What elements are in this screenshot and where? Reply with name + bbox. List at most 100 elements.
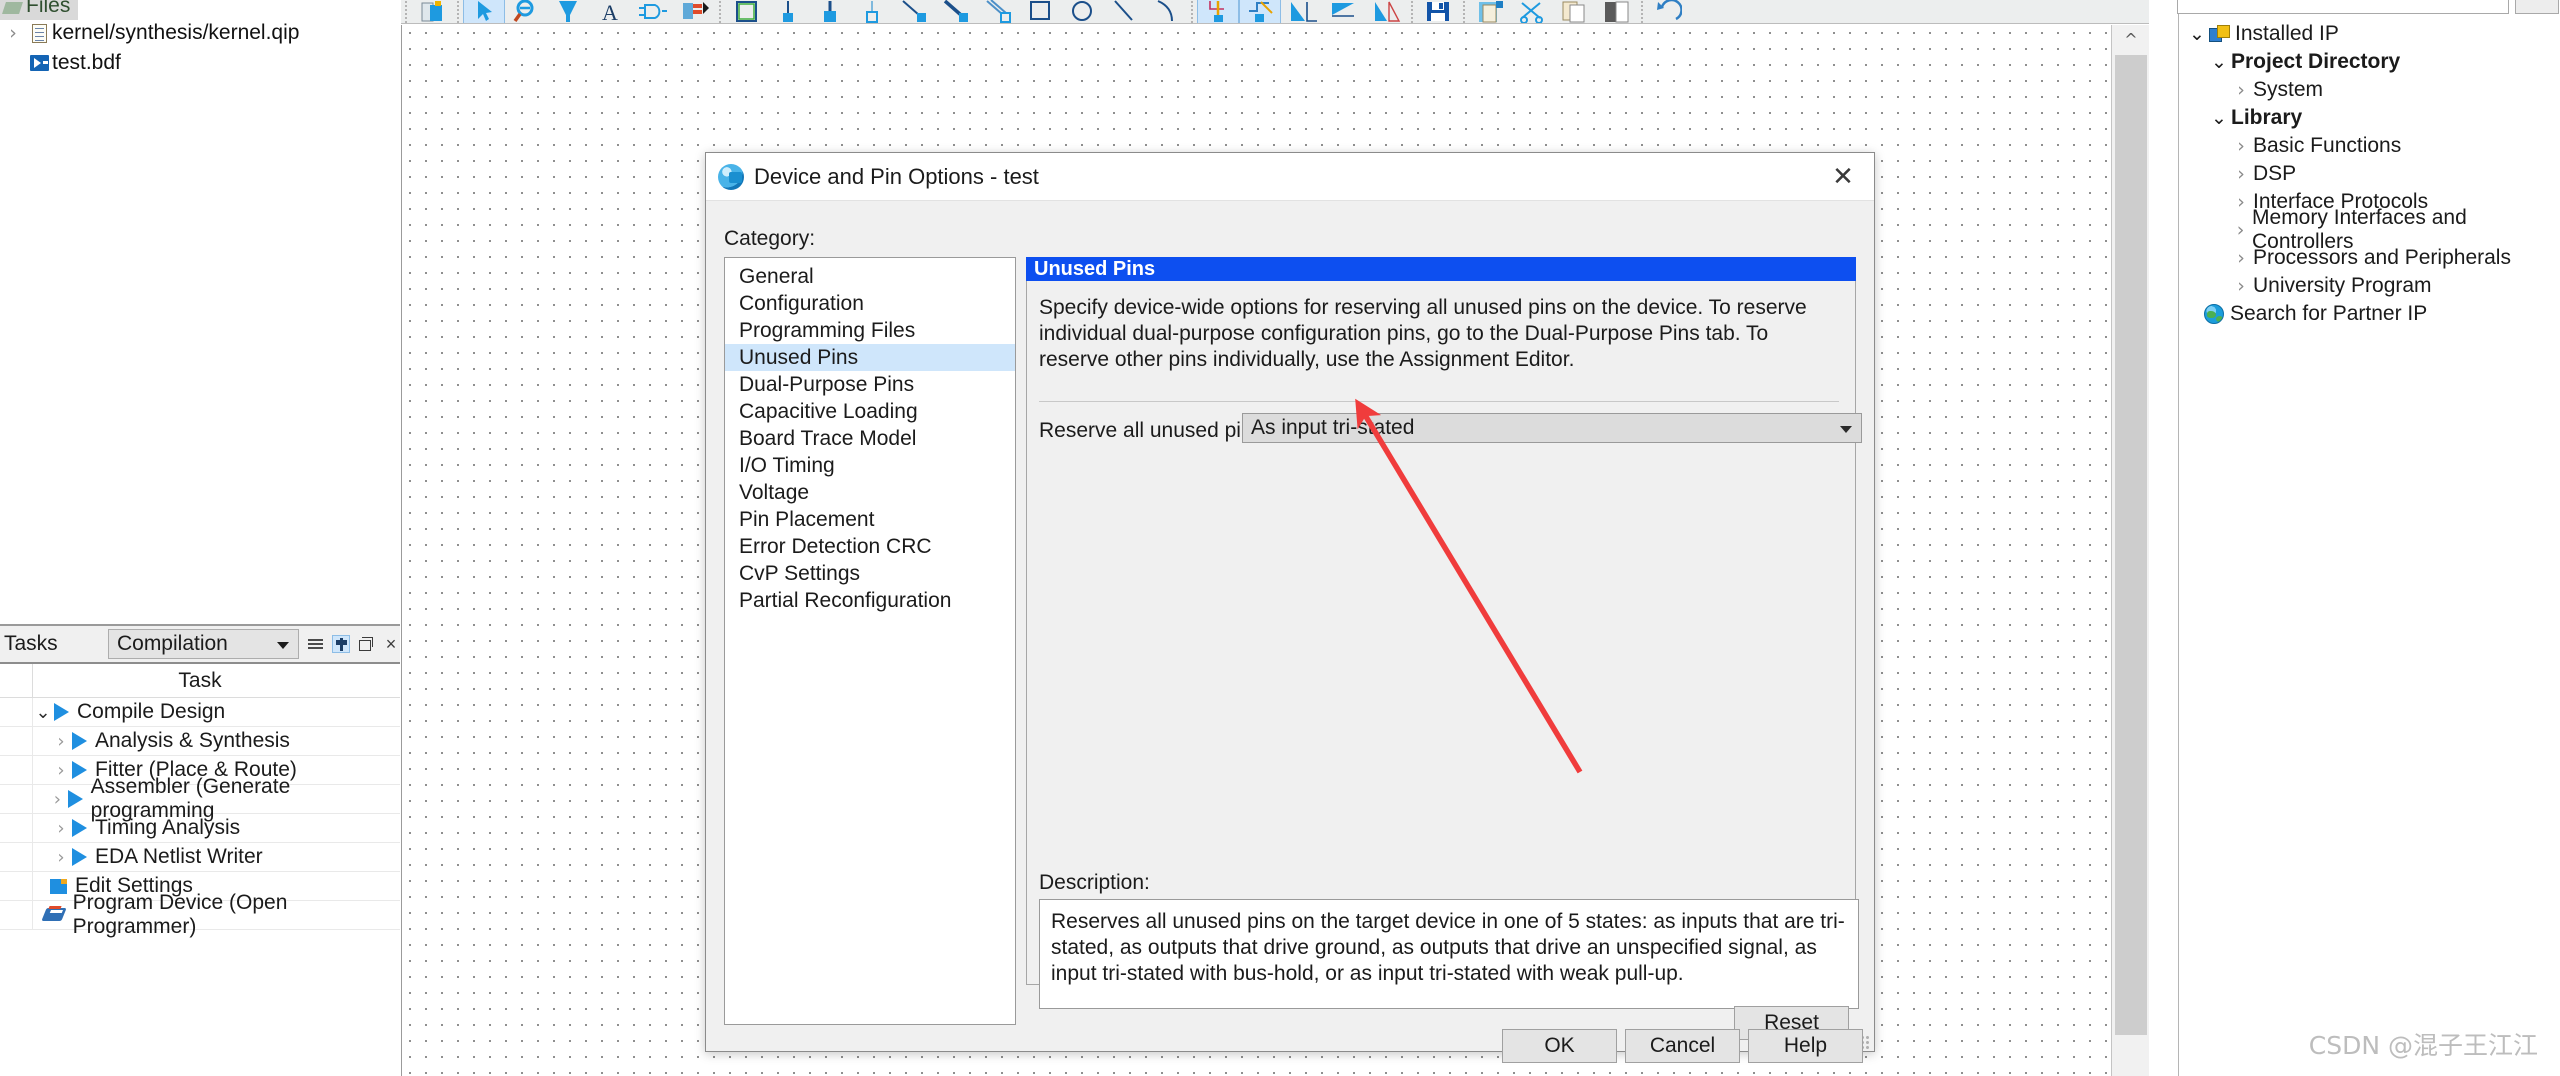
zoom-out-icon[interactable] bbox=[505, 0, 547, 23]
chevron-down-icon[interactable]: ⌄ bbox=[2207, 51, 2231, 73]
chevron-right-icon[interactable]: › bbox=[2229, 219, 2252, 241]
arc-shape-icon[interactable] bbox=[1145, 0, 1187, 23]
chevron-right-icon[interactable]: › bbox=[50, 818, 72, 839]
ip-tree-item-search-partner-ip[interactable]: Search for Partner IP bbox=[2179, 300, 2560, 328]
symbol-tool-icon[interactable] bbox=[631, 0, 673, 23]
new-block-icon[interactable] bbox=[1595, 0, 1637, 23]
close-icon[interactable]: ✕ bbox=[1812, 153, 1874, 201]
line-shape-icon[interactable] bbox=[1103, 0, 1145, 23]
category-item-board-trace-model[interactable]: Board Trace Model bbox=[725, 425, 1015, 452]
category-item-partial-reconfiguration[interactable]: Partial Reconfiguration bbox=[725, 587, 1015, 614]
scroll-up-icon[interactable]: ^ bbox=[2112, 25, 2150, 53]
files-tab[interactable]: Files bbox=[0, 0, 78, 20]
diagonal-node-icon[interactable] bbox=[1281, 0, 1323, 23]
cut-icon[interactable] bbox=[1511, 0, 1553, 23]
file-row[interactable]: test.bdf bbox=[0, 48, 400, 78]
ellipse-shape-icon[interactable] bbox=[1061, 0, 1103, 23]
pin-icon[interactable] bbox=[332, 635, 350, 653]
node-line-icon[interactable] bbox=[893, 0, 935, 23]
pin-input-icon[interactable] bbox=[767, 0, 809, 23]
category-item-capacitive-loading[interactable]: Capacitive Loading bbox=[725, 398, 1015, 425]
menu-icon[interactable] bbox=[307, 635, 325, 653]
settings-square-icon[interactable] bbox=[50, 878, 67, 894]
category-item-error-detection-crc[interactable]: Error Detection CRC bbox=[725, 533, 1015, 560]
ip-tree-item-library[interactable]: ⌄ Library bbox=[2179, 104, 2560, 132]
block-tool-icon[interactable] bbox=[673, 0, 715, 23]
undo-icon[interactable] bbox=[1647, 0, 1689, 23]
canvas-vertical-scrollbar[interactable]: ^ bbox=[2111, 25, 2149, 1076]
ip-tree-item-dsp[interactable]: › DSP bbox=[2179, 160, 2560, 188]
chevron-down-icon[interactable]: ⌄ bbox=[32, 702, 54, 723]
category-item-configuration[interactable]: Configuration bbox=[725, 290, 1015, 317]
pin-bidir-icon[interactable] bbox=[851, 0, 893, 23]
chevron-right-icon[interactable]: › bbox=[2229, 135, 2253, 157]
category-item-programming-files[interactable]: Programming Files bbox=[725, 317, 1015, 344]
file-row[interactable]: › kernel/synthesis/kernel.qip bbox=[0, 18, 400, 48]
rectangle-shape-icon[interactable] bbox=[1019, 0, 1061, 23]
flow-select[interactable]: Compilation bbox=[107, 629, 299, 659]
conduit-line-icon[interactable] bbox=[977, 0, 1019, 23]
ip-search-input[interactable] bbox=[2177, 0, 2509, 14]
play-icon[interactable] bbox=[72, 819, 87, 837]
ip-tree-item-system[interactable]: › System bbox=[2179, 76, 2560, 104]
ok-button[interactable]: OK bbox=[1502, 1029, 1617, 1063]
programmer-icon[interactable] bbox=[44, 906, 65, 924]
chevron-right-icon[interactable]: › bbox=[2229, 79, 2253, 101]
category-item-dual-purpose-pins[interactable]: Dual-Purpose Pins bbox=[725, 371, 1015, 398]
task-row[interactable]: › Timing Analysis bbox=[0, 814, 400, 843]
task-row[interactable]: Program Device (Open Programmer) bbox=[0, 891, 400, 938]
orthogonal-bus-icon[interactable] bbox=[1239, 0, 1281, 23]
task-row[interactable]: ⌄ Compile Design bbox=[0, 698, 400, 727]
ip-tree-item-basic-functions[interactable]: › Basic Functions bbox=[2179, 132, 2560, 160]
category-item-general[interactable]: General bbox=[725, 263, 1015, 290]
bus-line-icon[interactable] bbox=[935, 0, 977, 23]
ip-tree-item-project-directory[interactable]: ⌄ Project Directory bbox=[2179, 48, 2560, 76]
restore-icon[interactable] bbox=[357, 635, 375, 653]
play-icon[interactable] bbox=[67, 790, 83, 808]
task-row[interactable]: › Assembler (Generate programming bbox=[0, 775, 400, 822]
rectangle-tool-icon[interactable] bbox=[725, 0, 767, 23]
pan-hand-icon[interactable] bbox=[547, 0, 589, 23]
category-item-unused-pins[interactable]: Unused Pins bbox=[725, 344, 1015, 371]
dialog-titlebar[interactable]: Device and Pin Options - test ✕ bbox=[706, 153, 1874, 201]
paste-clipboard-icon[interactable] bbox=[1553, 0, 1595, 23]
orthogonal-node-icon[interactable] bbox=[1197, 0, 1239, 23]
play-icon[interactable] bbox=[72, 761, 87, 779]
pin-output-icon[interactable] bbox=[809, 0, 851, 23]
category-list[interactable]: General Configuration Programming Files … bbox=[724, 257, 1016, 1025]
chevron-right-icon[interactable]: › bbox=[0, 22, 26, 44]
task-row[interactable]: › Analysis & Synthesis bbox=[0, 727, 400, 756]
play-icon[interactable] bbox=[54, 703, 69, 721]
copy-icon[interactable] bbox=[1469, 0, 1511, 23]
ip-tree-item-university-program[interactable]: › University Program bbox=[2179, 272, 2560, 300]
chevron-right-icon[interactable]: › bbox=[50, 760, 72, 781]
task-row[interactable]: › EDA Netlist Writer bbox=[0, 843, 400, 872]
text-tool-icon[interactable]: A bbox=[589, 0, 631, 23]
ip-search-button[interactable] bbox=[2515, 0, 2559, 14]
play-icon[interactable] bbox=[72, 732, 87, 750]
chevron-right-icon[interactable]: › bbox=[50, 847, 72, 868]
chevron-right-icon[interactable]: › bbox=[2229, 247, 2253, 269]
close-icon[interactable]: × bbox=[382, 635, 400, 653]
help-button[interactable]: Help bbox=[1748, 1029, 1863, 1063]
flip-vertical-icon[interactable] bbox=[1365, 0, 1407, 23]
scrollbar-thumb[interactable] bbox=[2115, 55, 2147, 1035]
chevron-down-icon[interactable]: ⌄ bbox=[2207, 107, 2231, 129]
flip-horizontal-icon[interactable] bbox=[1323, 0, 1365, 23]
category-item-cvp-settings[interactable]: CvP Settings bbox=[725, 560, 1015, 587]
chevron-right-icon[interactable]: › bbox=[50, 731, 72, 752]
category-item-pin-placement[interactable]: Pin Placement bbox=[725, 506, 1015, 533]
ip-tree-item-installed-ip[interactable]: ⌄ Installed IP bbox=[2179, 20, 2560, 48]
category-item-io-timing[interactable]: I/O Timing bbox=[725, 452, 1015, 479]
reserve-all-unused-pins-select[interactable]: As input tri-stated bbox=[1242, 413, 1862, 443]
chevron-right-icon[interactable]: › bbox=[2229, 275, 2253, 297]
paste-icon[interactable] bbox=[411, 0, 453, 23]
chevron-down-icon[interactable]: ⌄ bbox=[2185, 23, 2209, 45]
play-icon[interactable] bbox=[72, 848, 87, 866]
selection-tool-icon[interactable] bbox=[463, 0, 505, 23]
cancel-button[interactable]: Cancel bbox=[1625, 1029, 1740, 1063]
save-icon[interactable] bbox=[1417, 0, 1459, 23]
ip-tree-item-memory-interfaces[interactable]: › Memory Interfaces and Controllers bbox=[2179, 206, 2560, 253]
category-item-voltage[interactable]: Voltage bbox=[725, 479, 1015, 506]
chevron-right-icon[interactable]: › bbox=[2229, 191, 2253, 213]
